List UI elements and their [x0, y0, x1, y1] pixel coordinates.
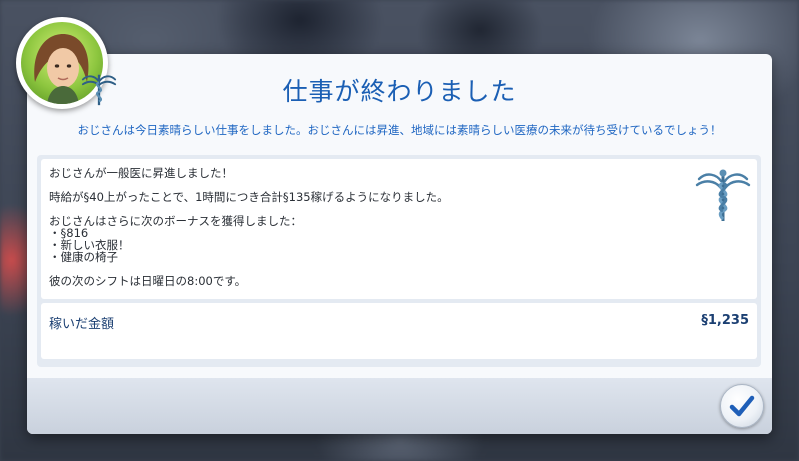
- message-line: おじさんはさらに次のボーナスを獲得しました：: [49, 214, 302, 228]
- ok-button[interactable]: [720, 384, 764, 428]
- dialog-title: 仕事が終わりました: [282, 77, 517, 106]
- medical-caduceus-icon: [695, 169, 751, 221]
- message-box[interactable]: おじさんが一般医に昇進しました！ 時給が§40上がったことで、1時間につき合計§…: [41, 159, 757, 299]
- career-badge-icon: [81, 74, 117, 106]
- content-panel: おじさんが一般医に昇進しました！ 時給が§40上がったことで、1時間につき合計§…: [37, 155, 761, 367]
- message-line: ・新しい衣服！: [49, 238, 130, 252]
- work-complete-dialog: 仕事が終わりました おじさんは今日素晴らしい仕事をしました。おじさんには昇進、地…: [27, 54, 772, 434]
- message-line: おじさんが一般医に昇進しました！: [49, 166, 233, 180]
- message-line: ・§816: [49, 226, 89, 240]
- checkmark-icon: [729, 395, 755, 417]
- dialog-subtitle: おじさんは今日素晴らしい仕事をしました。おじさんには昇進、地域には素晴らしい医療…: [77, 123, 722, 137]
- message-line: 彼の次のシフトは日曜日の8:00です。: [49, 274, 247, 288]
- dialog-footer: [27, 378, 772, 434]
- promotion-message: おじさんが一般医に昇進しました！ 時給が§40上がったことで、1時間につき合計§…: [49, 167, 689, 287]
- earnings-label: 稼いだ金額: [49, 317, 115, 332]
- earnings-value: §1,235: [701, 313, 749, 328]
- message-line: 時給が§40上がったことで、1時間につき合計§135稼げるようになりました。: [49, 190, 449, 204]
- earnings-box: 稼いだ金額 §1,235: [41, 303, 757, 359]
- message-line: ・健康の椅子: [49, 250, 118, 264]
